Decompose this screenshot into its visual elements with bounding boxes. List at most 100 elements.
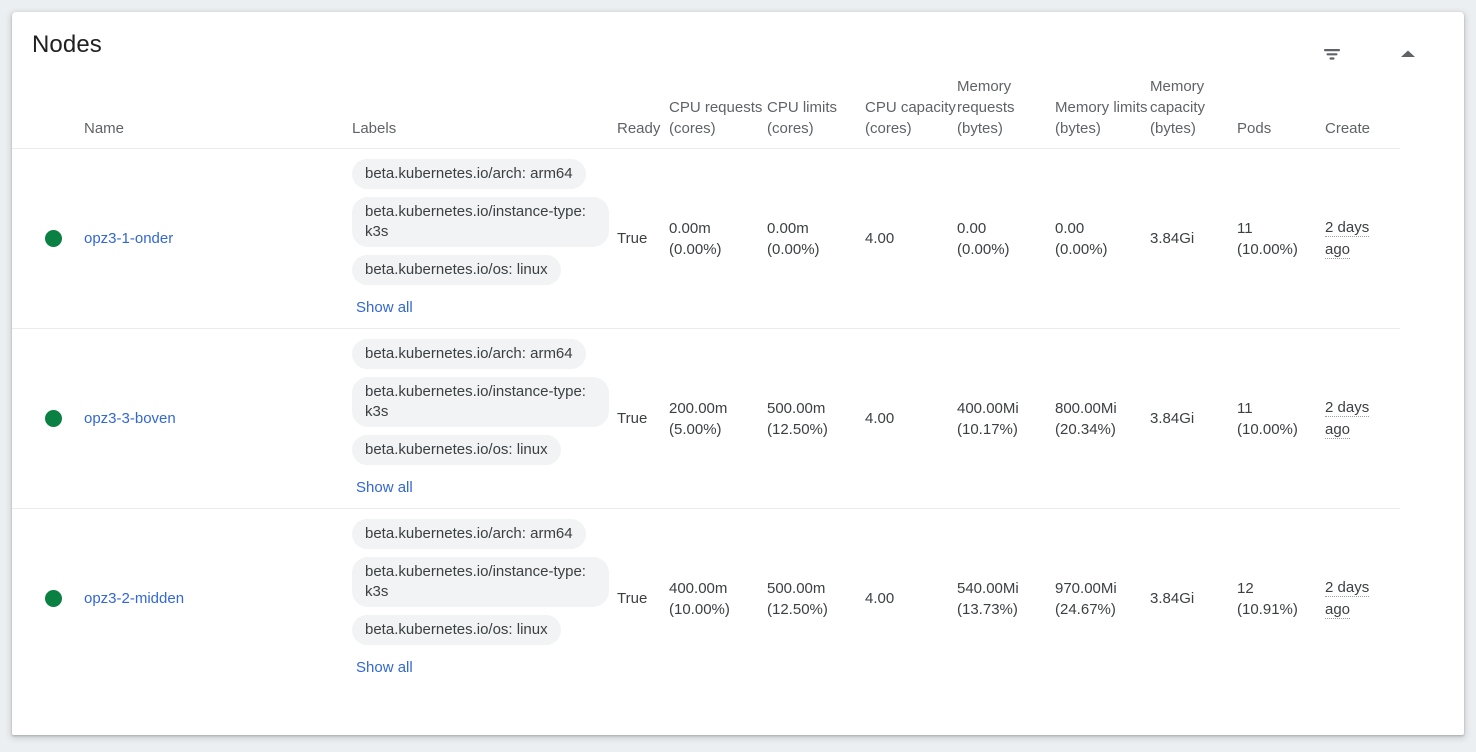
show-all-labels-link[interactable]: Show all (356, 478, 413, 498)
card-header-actions (1320, 42, 1420, 66)
cpu-limits-value: 500.00m (767, 399, 826, 417)
column-header-status (12, 76, 84, 149)
cpu-limits-value: 500.00m (767, 579, 826, 597)
table-row[interactable]: opz3-1-onder beta.kubernetes.io/arch: ar… (12, 148, 1400, 329)
cpu-requests-percent: (0.00%) (669, 240, 722, 258)
cpu-requests-value: 0.00m (669, 219, 711, 237)
label-chip: beta.kubernetes.io/arch: arm64 (352, 339, 586, 369)
column-header-created[interactable]: Create (1325, 76, 1384, 149)
row-memory-capacity-cell: 3.84Gi (1150, 590, 1195, 607)
row-created-cell: 2 days ago (1325, 328, 1384, 509)
row-pods-cell: 11 (10.00%) (1237, 328, 1325, 509)
pods-percent: (10.00%) (1237, 420, 1298, 438)
pods-value: 12 (1237, 579, 1254, 597)
column-header-memory-limits[interactable]: Memory limits (bytes) (1055, 76, 1150, 149)
column-header-memory-requests[interactable]: Memory requests (bytes) (957, 76, 1055, 149)
created-age[interactable]: 2 days ago (1325, 578, 1370, 619)
column-header-cpu-limits[interactable]: CPU limits (cores) (767, 76, 865, 149)
memory-requests-percent: (0.00%) (957, 240, 1010, 258)
row-cpu-limits-cell: 500.00m (12.50%) (767, 328, 865, 509)
memory-requests-value: 400.00Mi (957, 399, 1019, 417)
created-age[interactable]: 2 days ago (1325, 398, 1370, 439)
row-cpu-limits-cell: 0.00m (0.00%) (767, 148, 865, 329)
show-all-labels-link[interactable]: Show all (356, 298, 413, 318)
column-header-ready[interactable]: Ready (617, 76, 669, 149)
cpu-requests-percent: (10.00%) (669, 600, 730, 618)
row-memory-requests-cell: 540.00Mi (13.73%) (957, 509, 1055, 689)
row-pods-cell: 11 (10.00%) (1237, 148, 1325, 329)
row-cpu-requests-cell: 200.00m (5.00%) (669, 328, 767, 509)
row-cpu-capacity-cell: 4.00 (865, 328, 957, 509)
status-badge-ready (45, 590, 62, 607)
cpu-limits-value: 0.00m (767, 219, 809, 237)
row-actions-menu-button[interactable] (1396, 407, 1400, 431)
cpu-requests-value: 400.00m (669, 579, 728, 597)
memory-requests-percent: (10.17%) (957, 420, 1018, 438)
row-memory-limits-cell: 0.00 (0.00%) (1055, 148, 1150, 329)
row-memory-requests-cell: 400.00Mi (10.17%) (957, 328, 1055, 509)
row-labels-cell: beta.kubernetes.io/arch: arm64 beta.kube… (352, 509, 617, 689)
row-ready-cell: True (617, 328, 669, 509)
filter-button[interactable] (1320, 42, 1344, 66)
row-menu-cell (1384, 328, 1400, 509)
row-ready-cell: True (617, 590, 648, 607)
label-chip: beta.kubernetes.io/os: linux (352, 255, 561, 285)
column-header-cpu-capacity[interactable]: CPU capacity (cores) (865, 76, 957, 149)
row-menu-cell (1384, 509, 1400, 689)
row-created-cell: 2 days ago (1325, 509, 1384, 689)
chevron-up-icon (1401, 50, 1415, 57)
row-memory-capacity-cell: 3.84Gi (1150, 148, 1237, 329)
table-row[interactable]: opz3-2-midden beta.kubernetes.io/arch: a… (12, 509, 1400, 689)
label-chip: beta.kubernetes.io/instance-type: k3s (352, 377, 609, 427)
memory-limits-value: 970.00Mi (1055, 579, 1117, 597)
nodes-table-wrap: Name Labels Ready CPU requests (cores) C… (12, 76, 1400, 688)
nodes-card: Nodes Name Labels Ready CPU requests (co… (12, 12, 1464, 735)
node-name-link[interactable]: opz3-3-boven (84, 410, 176, 427)
created-age[interactable]: 2 days ago (1325, 218, 1370, 259)
column-header-menu (1384, 76, 1400, 149)
show-all-labels-link[interactable]: Show all (356, 658, 413, 678)
cpu-requests-value: 200.00m (669, 399, 728, 417)
memory-limits-percent: (0.00%) (1055, 240, 1108, 258)
column-header-memory-capacity[interactable]: Memory capacity (bytes) (1150, 76, 1237, 149)
page-title: Nodes (32, 31, 102, 58)
row-memory-limits-cell: 800.00Mi (20.34%) (1055, 328, 1150, 509)
memory-limits-percent: (20.34%) (1055, 420, 1116, 438)
collapse-button[interactable] (1396, 42, 1420, 66)
column-header-name[interactable]: Name (84, 76, 352, 149)
pods-value: 11 (1237, 219, 1253, 237)
row-cpu-limits-cell: 500.00m (12.50%) (767, 509, 865, 689)
row-labels-cell: beta.kubernetes.io/arch: arm64 beta.kube… (352, 328, 617, 509)
status-badge-ready (45, 410, 62, 427)
node-name-link[interactable]: opz3-2-midden (84, 590, 184, 607)
cpu-requests-percent: (5.00%) (669, 420, 722, 438)
label-chip: beta.kubernetes.io/instance-type: k3s (352, 557, 609, 607)
column-header-cpu-requests[interactable]: CPU requests (cores) (669, 76, 767, 149)
row-memory-capacity-cell: 3.84Gi (1150, 328, 1237, 509)
row-created-cell: 2 days ago (1325, 148, 1384, 329)
memory-requests-value: 540.00Mi (957, 579, 1019, 597)
cpu-limits-percent: (12.50%) (767, 600, 828, 618)
filter-icon (1324, 49, 1340, 60)
cpu-limits-percent: (0.00%) (767, 240, 820, 258)
row-actions-menu-button[interactable] (1396, 587, 1400, 611)
row-cpu-requests-cell: 0.00m (0.00%) (669, 148, 767, 329)
column-header-labels[interactable]: Labels (352, 76, 617, 149)
node-name-link[interactable]: opz3-1-onder (84, 230, 173, 247)
row-labels-cell: beta.kubernetes.io/arch: arm64 beta.kube… (352, 148, 617, 329)
label-chip-list: beta.kubernetes.io/arch: arm64 beta.kube… (352, 339, 617, 498)
row-actions-menu-button[interactable] (1396, 227, 1400, 251)
row-cpu-capacity-cell: 4.00 (865, 148, 957, 329)
label-chip-list: beta.kubernetes.io/arch: arm64 beta.kube… (352, 519, 617, 678)
column-header-pods[interactable]: Pods (1237, 76, 1325, 149)
pods-value: 11 (1237, 399, 1253, 417)
label-chip: beta.kubernetes.io/os: linux (352, 615, 561, 645)
row-status-cell (12, 509, 84, 689)
row-cpu-requests-cell: 400.00m (10.00%) (669, 509, 767, 689)
table-row[interactable]: opz3-3-boven beta.kubernetes.io/arch: ar… (12, 328, 1400, 509)
table-header-row: Name Labels Ready CPU requests (cores) C… (12, 76, 1400, 149)
row-status-cell (12, 148, 84, 329)
row-pods-cell: 12 (10.91%) (1237, 509, 1325, 689)
row-memory-requests-cell: 0.00 (0.00%) (957, 148, 1055, 329)
table-body: opz3-1-onder beta.kubernetes.io/arch: ar… (12, 148, 1400, 689)
